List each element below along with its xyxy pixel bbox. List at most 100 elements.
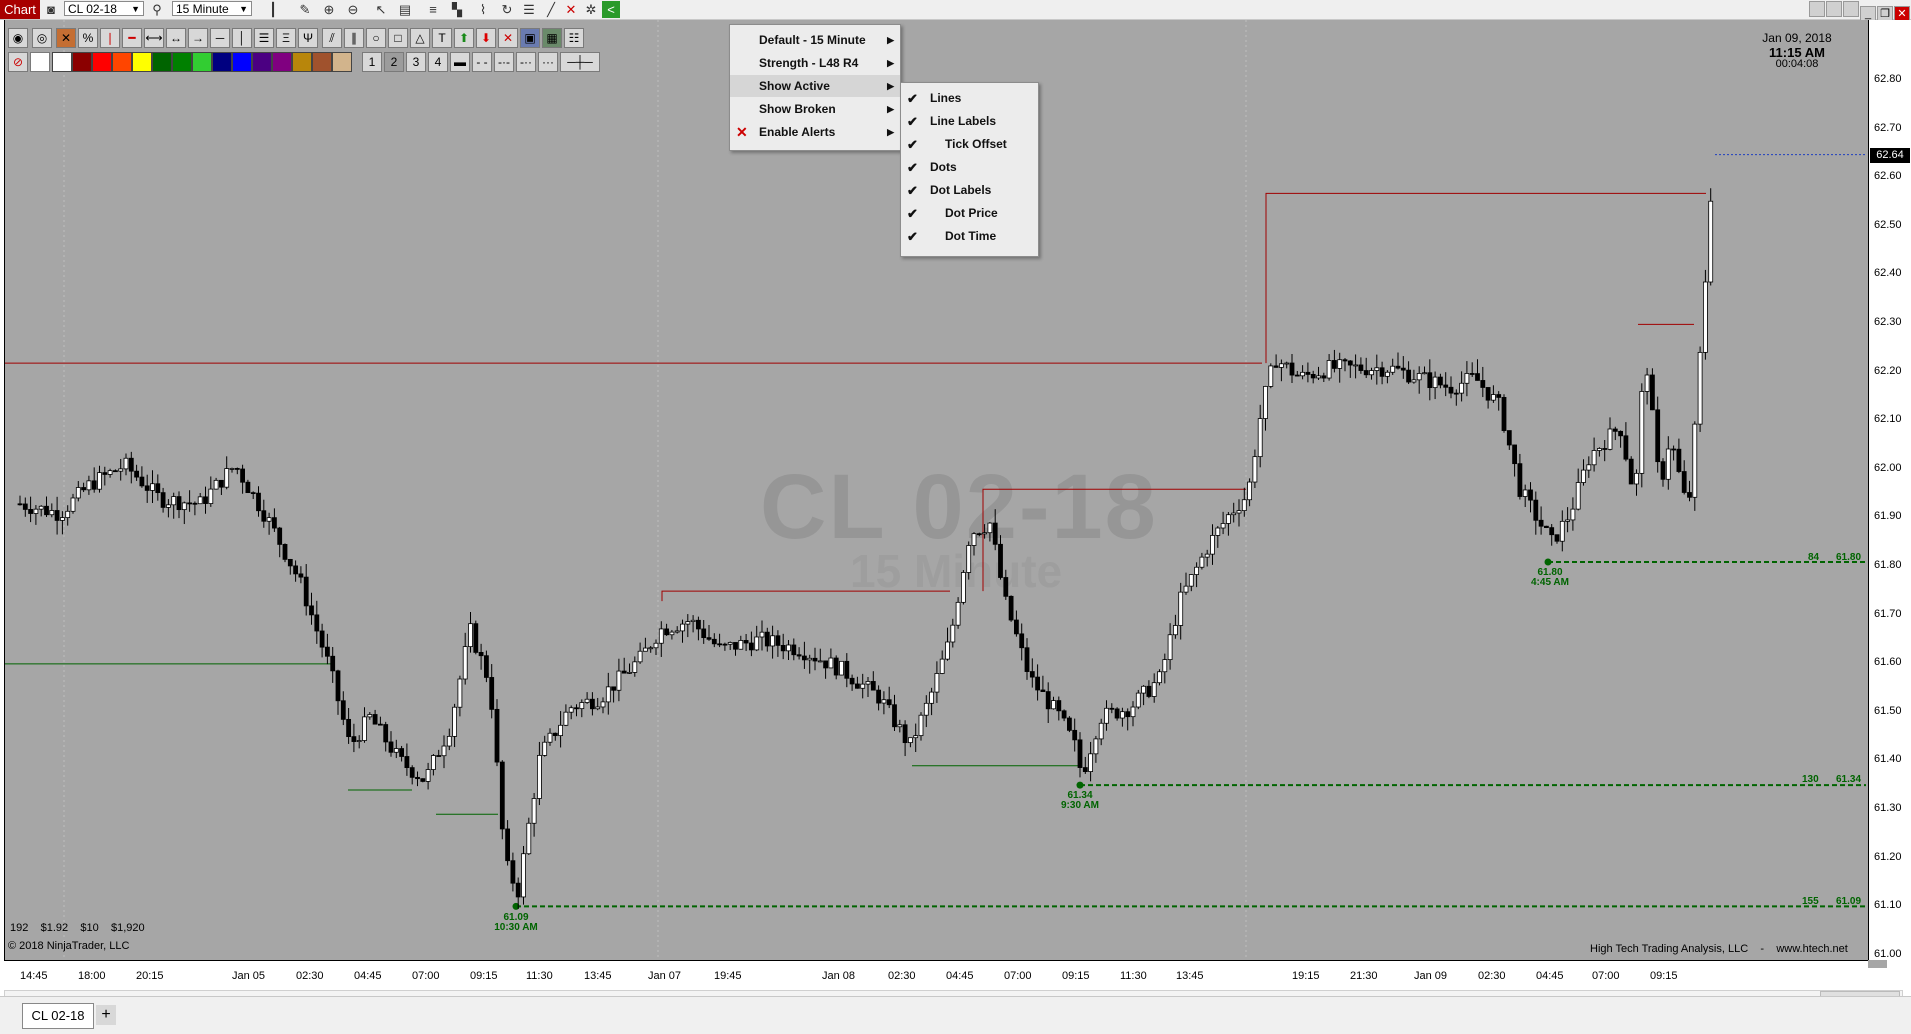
line-style-dashdot2[interactable]: -·· bbox=[516, 52, 536, 72]
candle-down bbox=[1294, 374, 1300, 377]
fib-ext-icon[interactable]: Ξ bbox=[276, 28, 296, 48]
candle-down bbox=[1024, 647, 1030, 672]
submenu-item-dot-time[interactable]: ✔ Dot Time bbox=[901, 225, 1038, 248]
candle-down bbox=[1072, 729, 1078, 741]
candle-up bbox=[1279, 363, 1284, 368]
channel-icon[interactable]: ⫽ bbox=[322, 28, 342, 48]
line-width-4[interactable]: 4 bbox=[428, 52, 448, 72]
candle-down bbox=[102, 472, 108, 475]
eye-icon[interactable]: ◉ bbox=[8, 28, 28, 48]
arrow-down-icon[interactable]: ⬇ bbox=[476, 28, 496, 48]
color-swatch[interactable] bbox=[212, 52, 232, 72]
candle-down bbox=[1628, 458, 1634, 485]
candle-up bbox=[595, 706, 601, 710]
candle-down bbox=[743, 640, 749, 644]
line-width-2[interactable]: 2 bbox=[384, 52, 404, 72]
menu-item-default[interactable]: Default - 15 Minute ▶ bbox=[730, 29, 900, 51]
horizontal-line-icon[interactable]: ─ bbox=[210, 28, 230, 48]
time-tick-label: Jan 09 bbox=[1414, 970, 1448, 982]
candle-down bbox=[1517, 463, 1523, 497]
line-style-dot[interactable]: ··· bbox=[538, 52, 558, 72]
tab-cl-02-18[interactable]: CL 02-18 bbox=[22, 1003, 94, 1029]
color-swatch[interactable] bbox=[272, 52, 292, 72]
extended-line-icon[interactable]: ↔ bbox=[166, 28, 186, 48]
submenu-item-tick-offset[interactable]: ✔ Tick Offset bbox=[901, 133, 1038, 156]
no-icon[interactable]: ⊘ bbox=[8, 52, 28, 72]
candle-up bbox=[1088, 753, 1093, 772]
add-tab-button[interactable]: + bbox=[96, 1005, 116, 1025]
line-style-dashdot[interactable]: -·- bbox=[494, 52, 514, 72]
candle-down bbox=[1618, 430, 1623, 437]
level-list-icon[interactable]: ☷ bbox=[564, 28, 584, 48]
submenu-item-dot-price[interactable]: ✔ Dot Price bbox=[901, 202, 1038, 225]
candle-up bbox=[1236, 510, 1242, 514]
color-swatch[interactable] bbox=[52, 52, 72, 72]
candle-down bbox=[1549, 527, 1555, 536]
template-icon[interactable]: ▣ bbox=[520, 28, 540, 48]
color-swatch[interactable] bbox=[72, 52, 92, 72]
fib-icon[interactable]: ☰ bbox=[254, 28, 274, 48]
level-price-61-09: 61.09 bbox=[1836, 896, 1862, 907]
color-swatch[interactable] bbox=[332, 52, 352, 72]
price-tick-label: 62.50 bbox=[1874, 218, 1902, 231]
credit-separator: - bbox=[1760, 943, 1765, 955]
menu-item-show-active[interactable]: Show Active ▶ bbox=[730, 75, 900, 97]
time-axis[interactable] bbox=[4, 960, 1868, 991]
submenu-item-line-labels[interactable]: ✔ Line Labels bbox=[901, 110, 1038, 133]
line-width-3[interactable]: 3 bbox=[406, 52, 426, 72]
candle-up bbox=[1051, 700, 1056, 710]
cancel-draw-icon[interactable]: ✕ bbox=[56, 28, 76, 48]
arrow-line-icon[interactable]: → bbox=[188, 28, 208, 48]
line-width-blank[interactable] bbox=[30, 52, 50, 72]
arrow-up-icon[interactable]: ⬆ bbox=[454, 28, 474, 48]
color-swatch[interactable] bbox=[232, 52, 252, 72]
color-swatch[interactable] bbox=[172, 52, 192, 72]
color-swatch[interactable] bbox=[192, 52, 212, 72]
snap-icon[interactable]: ▦ bbox=[542, 28, 562, 48]
opacity-slider[interactable]: ─┼─ bbox=[560, 52, 600, 72]
pitchfork-icon[interactable]: Ψ bbox=[298, 28, 318, 48]
candle-down bbox=[1358, 364, 1364, 371]
line-style-dash[interactable]: - - bbox=[472, 52, 492, 72]
ray-icon[interactable]: ⟷ bbox=[144, 28, 164, 48]
candle-down bbox=[722, 643, 728, 646]
vertical-line-icon[interactable]: │ bbox=[232, 28, 252, 48]
parallel-icon[interactable]: ∥ bbox=[344, 28, 364, 48]
candle-down bbox=[1332, 360, 1337, 369]
rectangle-icon[interactable]: □ bbox=[388, 28, 408, 48]
checkmark-icon: ✔ bbox=[907, 229, 918, 244]
line-width-1[interactable]: 1 bbox=[362, 52, 382, 72]
remove-drawing-icon[interactable]: ✕ bbox=[498, 28, 518, 48]
percent-icon[interactable]: % bbox=[78, 28, 98, 48]
color-swatch[interactable] bbox=[132, 52, 152, 72]
color-swatch[interactable] bbox=[312, 52, 332, 72]
eye-toggle-icon[interactable]: ◎ bbox=[32, 28, 52, 48]
drawing-toolbar: ◉ ◎ ✕ % ❘ ━ ⟷ ↔ → ─ │ ☰ Ξ Ψ ⫽ ∥ ○ □ △ T … bbox=[4, 26, 734, 74]
color-swatch[interactable] bbox=[152, 52, 172, 72]
candle-up bbox=[563, 711, 569, 726]
text-icon[interactable]: T bbox=[432, 28, 452, 48]
candle-down bbox=[1125, 711, 1131, 718]
color-swatch[interactable] bbox=[92, 52, 112, 72]
submenu-item-dots[interactable]: ✔ Dots bbox=[901, 156, 1038, 179]
candle-up bbox=[171, 496, 177, 506]
ellipse-icon[interactable]: ○ bbox=[366, 28, 386, 48]
color-swatch[interactable] bbox=[292, 52, 312, 72]
color-swatch[interactable] bbox=[252, 52, 272, 72]
menu-item-show-broken[interactable]: Show Broken ▶ bbox=[730, 98, 900, 120]
candle-down bbox=[1443, 384, 1449, 388]
candle-up bbox=[107, 470, 113, 475]
submenu-item-dot-labels[interactable]: ✔ Dot Labels bbox=[901, 179, 1038, 202]
time-tick-label: 11:30 bbox=[1120, 970, 1147, 982]
candle-down bbox=[1448, 386, 1454, 394]
menu-item-strength[interactable]: Strength - L48 R4 ▶ bbox=[730, 52, 900, 74]
candle-down bbox=[240, 468, 246, 483]
submenu-item-lines[interactable]: ✔ Lines bbox=[901, 87, 1038, 110]
horizontal-red-icon[interactable]: ━ bbox=[122, 28, 142, 48]
vertical-red-icon[interactable]: ❘ bbox=[100, 28, 120, 48]
menu-item-enable-alerts[interactable]: ✕ Enable Alerts ▶ bbox=[730, 121, 900, 143]
color-swatch[interactable] bbox=[112, 52, 132, 72]
triangle-icon[interactable]: △ bbox=[410, 28, 430, 48]
price-tick-label: 61.90 bbox=[1874, 510, 1902, 523]
line-style-solid[interactable]: ▬ bbox=[450, 52, 470, 72]
